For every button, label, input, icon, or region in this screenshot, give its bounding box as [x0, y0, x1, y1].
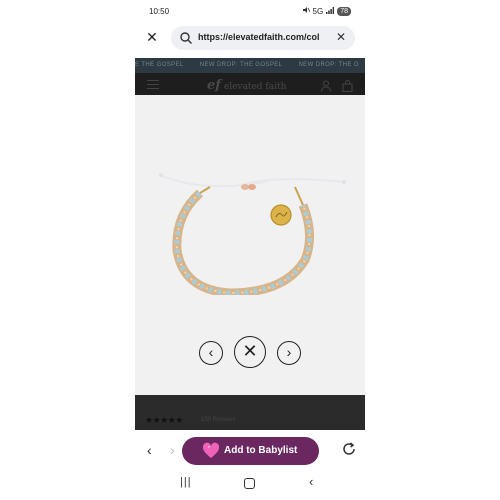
- promo-item: E THE GOSPEL: [135, 62, 184, 68]
- promo-item: NEW DROP: THE GOSPEL: [199, 62, 283, 68]
- status-icons: 5G 78: [302, 6, 351, 16]
- close-gallery-button[interactable]: ✕: [234, 336, 266, 368]
- babylist-label: Add to Babylist: [224, 445, 298, 456]
- image-gallery: ‹ ✕ ›: [135, 95, 365, 395]
- logo-text: elevated faith: [223, 82, 287, 92]
- status-bar: 10:50 5G 78: [135, 0, 365, 22]
- reload-icon[interactable]: [341, 441, 357, 457]
- mute-icon: [302, 6, 310, 16]
- rating-stars: ★★★★★: [145, 415, 183, 425]
- search-icon: [179, 31, 193, 45]
- cart-icon[interactable]: [342, 79, 353, 92]
- browser-forward-button[interactable]: ›: [170, 442, 175, 458]
- url-text[interactable]: https://elevatedfaith.com/col: [198, 32, 323, 42]
- close-tab-icon[interactable]: ✕: [145, 30, 159, 44]
- add-to-babylist-button[interactable]: Add to Babylist: [182, 437, 319, 465]
- network-label: 5G: [312, 6, 324, 16]
- url-field[interactable]: https://elevatedfaith.com/col ✕: [171, 26, 355, 50]
- system-back-button[interactable]: ‹: [309, 474, 313, 489]
- home-button[interactable]: [244, 478, 255, 489]
- hamburger-menu-icon[interactable]: [147, 80, 159, 89]
- logo-mark: ef: [207, 78, 221, 93]
- battery-icon: 78: [337, 6, 351, 16]
- clock: 10:50: [149, 7, 170, 16]
- system-nav-bar: ||| ‹: [135, 474, 365, 496]
- promo-item: NEW DROP: THE G: [298, 62, 360, 68]
- review-count[interactable]: 159 Reviews: [201, 417, 235, 423]
- phone-screen: 10:50 5G 78 ✕ https://elevatedfaith.com/…: [135, 0, 365, 500]
- clear-url-icon[interactable]: ✕: [336, 31, 346, 43]
- promo-banner: E THE GOSPEL NEW DROP: THE GOSPEL NEW DR…: [135, 58, 365, 73]
- site-logo[interactable]: ef elevated faith: [207, 78, 286, 93]
- recents-button[interactable]: |||: [180, 476, 192, 488]
- account-icon[interactable]: [321, 79, 331, 92]
- browser-bottom-bar: ‹ › Add to Babylist: [135, 432, 365, 472]
- bracelet-product-image: [159, 173, 346, 295]
- previous-image-button[interactable]: ‹: [199, 341, 223, 365]
- next-image-button[interactable]: ›: [277, 341, 301, 365]
- signal-icon: [326, 6, 335, 16]
- site-header: ef elevated faith: [135, 73, 365, 95]
- heart-icon: [202, 442, 220, 460]
- address-bar-row: ✕ https://elevatedfaith.com/col ✕: [135, 24, 365, 54]
- reviews-strip: ★★★★★ 159 Reviews: [135, 395, 365, 430]
- browser-back-button[interactable]: ‹: [147, 442, 152, 458]
